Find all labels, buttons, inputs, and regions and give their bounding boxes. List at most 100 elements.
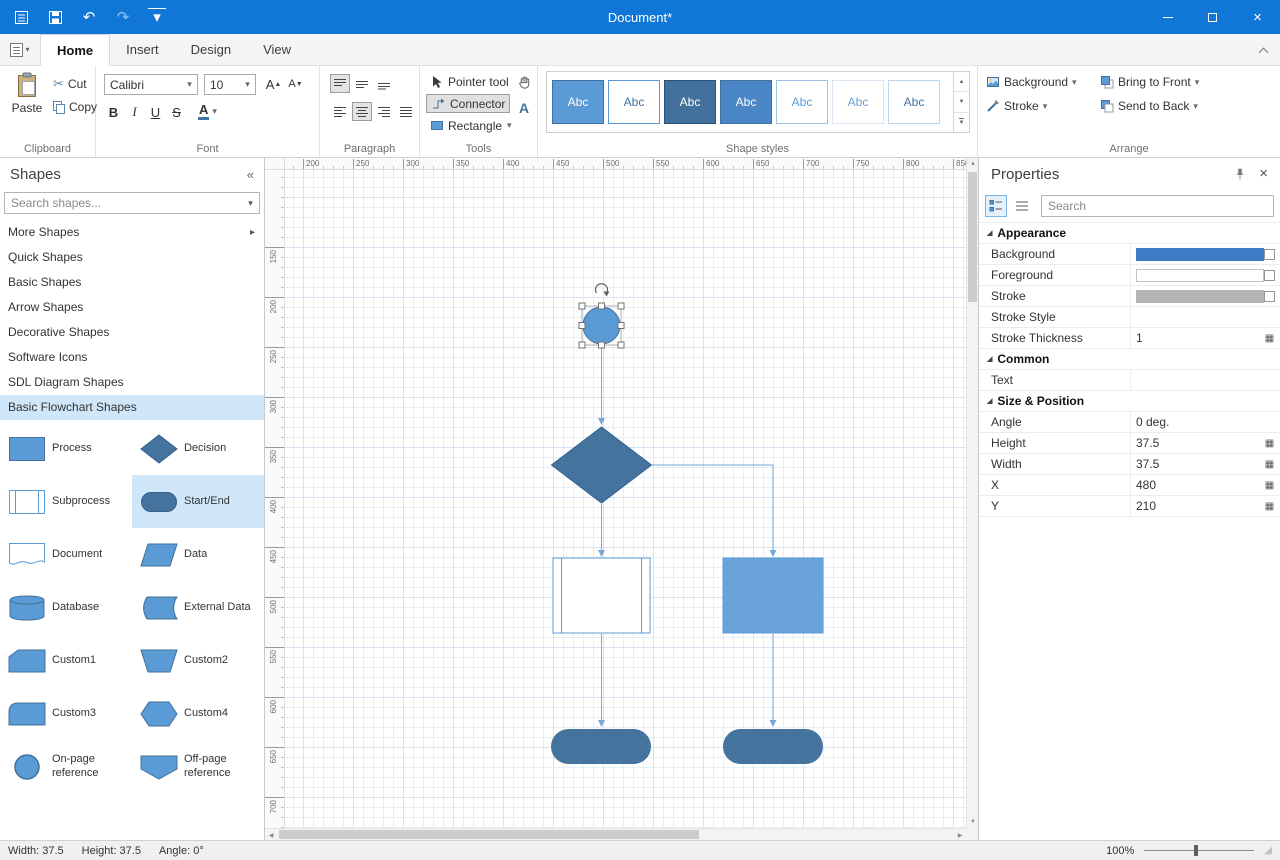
color-picker-button[interactable] [1264,249,1275,260]
send-to-back-button[interactable]: Send to Back ▾ [1100,99,1198,113]
shape-style-item[interactable]: Abc [664,80,716,124]
selection-handle[interactable] [599,342,605,348]
color-picker-button[interactable] [1264,291,1275,302]
property-row-y[interactable]: Y 210 ▦ [979,496,1280,517]
connector-tool-button[interactable]: Connector [426,94,510,113]
shape-style-item[interactable]: Abc [608,80,660,124]
alphabetical-view-button[interactable] [1011,195,1033,217]
pan-tool-button[interactable] [514,72,534,92]
justify-button[interactable] [396,102,416,121]
property-row-text[interactable]: Text [979,370,1280,391]
align-top-button[interactable] [330,74,350,93]
pointer-tool-button[interactable]: Pointer tool [426,72,514,91]
shape-item-custom4[interactable]: Custom4 [132,687,264,740]
close-panel-icon[interactable]: × [1259,167,1268,181]
process-shape[interactable] [723,558,823,633]
property-group-appearance[interactable]: ◢ Appearance [979,223,1280,244]
pin-icon[interactable] [1233,167,1247,181]
selection-handle[interactable] [618,303,624,309]
toolbar-options-icon[interactable]: ▾ [148,8,166,26]
text-tool-button[interactable]: A [514,98,534,118]
shape-style-item[interactable]: Abc [720,80,772,124]
bold-button[interactable]: B [104,102,123,122]
gallery-expand-icon[interactable]: ▼ [954,113,969,132]
tab-view[interactable]: View [247,34,307,65]
subprocess-shape[interactable] [553,558,650,633]
decision-shape[interactable] [552,427,652,503]
save-icon[interactable] [46,8,64,26]
shape-item-off-page-reference[interactable]: Off-page reference [132,740,264,793]
value-editor-icon[interactable]: ▦ [1264,459,1275,470]
shape-item-database[interactable]: Database [0,581,132,634]
font-color-button[interactable]: A ▾ [198,103,217,120]
category-software-icons[interactable]: Software Icons [0,345,264,370]
zoom-slider[interactable] [1144,844,1254,857]
property-value[interactable]: 37.5 [1136,457,1159,471]
diagram-canvas[interactable]: 200 250 300 350 400 450 500 550 600 650 … [265,158,978,840]
property-row-x[interactable]: X 480 ▦ [979,475,1280,496]
font-size-combo[interactable]: 10 ▾ [204,74,256,95]
background-color-swatch[interactable] [1136,248,1264,261]
tab-insert[interactable]: Insert [110,34,175,65]
selection-handle[interactable] [618,323,624,329]
category-more-shapes[interactable]: More Shapes▸ [0,220,264,245]
redo-icon[interactable]: ↷ [114,8,132,26]
scrollbar-thumb[interactable] [968,172,977,302]
undo-icon[interactable]: ↶ [80,8,98,26]
selection-handle[interactable] [599,303,605,309]
gallery-scroll-up-icon[interactable]: ▲ [954,72,969,92]
category-decorative-shapes[interactable]: Decorative Shapes [0,320,264,345]
decrease-font-button[interactable]: A▼ [286,74,305,94]
property-row-stroke[interactable]: Stroke [979,286,1280,307]
color-picker-button[interactable] [1264,270,1275,281]
categorized-view-button[interactable] [985,195,1007,217]
rectangle-tool-button[interactable]: Rectangle ▾ [426,116,517,135]
property-group-size-position[interactable]: ◢ Size & Position [979,391,1280,412]
property-value[interactable]: 1 [1136,331,1143,345]
value-editor-icon[interactable]: ▦ [1264,501,1275,512]
category-quick-shapes[interactable]: Quick Shapes [0,245,264,270]
shape-item-data[interactable]: Data [132,528,264,581]
category-sdl-diagram-shapes[interactable]: SDL Diagram Shapes [0,370,264,395]
shape-item-custom3[interactable]: Custom3 [0,687,132,740]
shape-item-document[interactable]: Document [0,528,132,581]
shape-item-custom2[interactable]: Custom2 [132,634,264,687]
close-button[interactable]: × [1235,0,1280,34]
resize-grip-icon[interactable]: ◢ [1264,845,1272,856]
shape-item-subprocess[interactable]: Subprocess [0,475,132,528]
app-menu-icon[interactable] [12,8,30,26]
zoom-slider-thumb[interactable] [1194,845,1198,856]
shape-item-process[interactable]: Process [0,422,132,475]
align-right-button[interactable] [374,102,394,121]
selection-handle[interactable] [579,323,585,329]
property-row-stroke-style[interactable]: Stroke Style [979,307,1280,328]
shape-style-item[interactable]: Abc [832,80,884,124]
property-row-width[interactable]: Width 37.5 ▦ [979,454,1280,475]
gallery-scroll-down-icon[interactable]: ▼ [954,92,969,112]
underline-button[interactable]: U [146,102,165,122]
property-row-angle[interactable]: Angle 0 deg. [979,412,1280,433]
property-row-background[interactable]: Background [979,244,1280,265]
copy-button[interactable]: Copy [50,99,100,115]
rotation-handle[interactable] [596,284,610,297]
shape-style-item[interactable]: Abc [776,80,828,124]
italic-button[interactable]: I [125,102,144,122]
align-bottom-button[interactable] [374,74,394,93]
value-editor-icon[interactable]: ▦ [1264,333,1275,344]
canvas-vertical-scrollbar[interactable]: ▲ ▼ [966,158,978,828]
bring-to-front-button[interactable]: Bring to Front ▾ [1100,75,1199,89]
connector[interactable] [652,465,773,551]
background-button[interactable]: Background ▾ [986,75,1077,89]
caret-down-icon[interactable]: ▾ [242,198,259,209]
shape-item-external-data[interactable]: External Data [132,581,264,634]
properties-search-input[interactable] [1042,199,1273,213]
terminator-shape-right[interactable] [723,729,823,764]
paste-button[interactable]: Paste [8,72,46,134]
shape-item-custom1[interactable]: Custom1 [0,634,132,687]
align-left-button[interactable] [330,102,350,121]
property-value[interactable]: 37.5 [1136,436,1159,450]
property-value[interactable]: 480 [1136,478,1156,492]
category-basic-flowchart-shapes[interactable]: Basic Flowchart Shapes [0,395,264,420]
strikethrough-button[interactable]: S [167,102,186,122]
category-arrow-shapes[interactable]: Arrow Shapes [0,295,264,320]
